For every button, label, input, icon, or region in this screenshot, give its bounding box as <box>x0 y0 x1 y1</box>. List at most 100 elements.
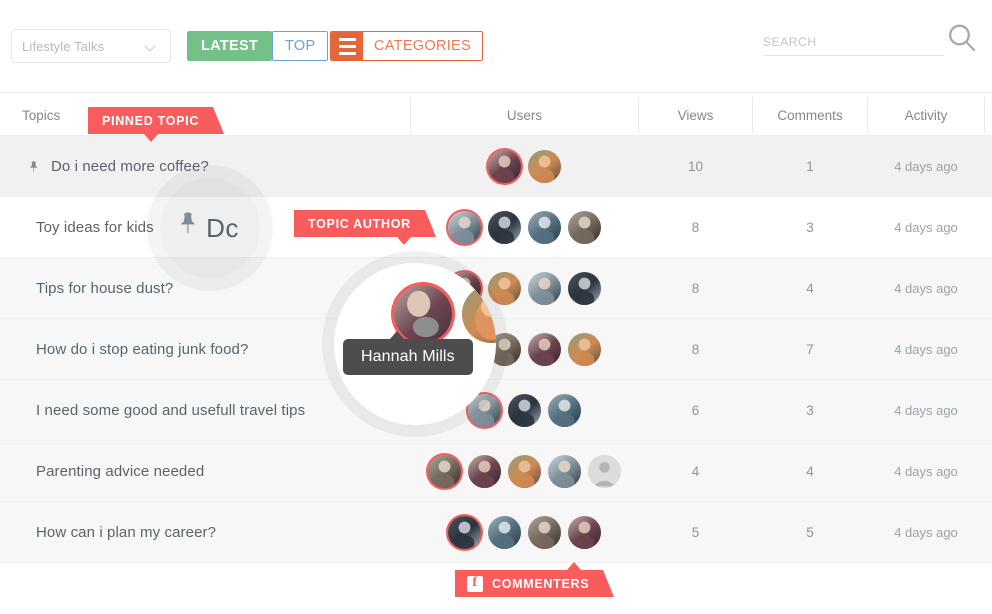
views-count: 10 <box>687 159 704 174</box>
search-input[interactable] <box>763 33 944 56</box>
hamburger-icon <box>331 32 363 60</box>
comments-count: 7 <box>806 342 814 357</box>
avatar[interactable] <box>468 455 501 488</box>
table-row[interactable]: Do i need more coffee? 10 1 4 days ago <box>0 136 992 197</box>
views-count: 4 <box>691 464 700 479</box>
avatar[interactable] <box>528 272 561 305</box>
topic-title: Do i need more coffee? <box>51 158 209 175</box>
facebook-icon: f <box>467 575 483 592</box>
topic-title: How can i plan my career? <box>36 524 217 541</box>
comments-count: 1 <box>806 159 814 174</box>
pinned-topic-flag: PINNED TOPIC <box>88 107 225 142</box>
avatar-placeholder[interactable] <box>588 455 621 488</box>
topic-title: Tips for house dust? <box>36 280 174 297</box>
users-avatar-group <box>411 136 638 197</box>
activity-time: 4 days ago <box>894 464 958 479</box>
avatar-author[interactable] <box>468 394 501 427</box>
forum-topic-list-page: Lifestyle Talks LATEST TOP CATEGORIES SE… <box>0 0 992 614</box>
users-avatar-group <box>411 380 638 441</box>
topics-table: Topics Users Views Comments Activity Do … <box>0 92 992 563</box>
latest-button-label: LATEST <box>201 38 259 54</box>
toolbar: Lifestyle Talks LATEST TOP CATEGORIES <box>0 0 992 92</box>
views-count: 8 <box>691 220 700 235</box>
avatar[interactable] <box>528 516 561 549</box>
activity-time: 4 days ago <box>894 159 958 174</box>
table-row[interactable]: I need some good and usefull travel tips… <box>0 380 992 441</box>
header-activity[interactable]: Activity <box>868 93 984 137</box>
topic-link[interactable]: Toy ideas for kids <box>36 197 154 258</box>
table-row[interactable]: How do i stop eating junk food? 8 7 4 days … <box>0 319 992 380</box>
table-row[interactable]: Parenting advice needed 4 4 4 days ago <box>0 441 992 502</box>
topic-link[interactable]: I need some good and usefull travel tips <box>36 380 305 441</box>
users-avatar-group <box>411 258 638 319</box>
topic-title: How do i stop eating junk food? <box>36 341 249 358</box>
comments-count: 3 <box>806 403 814 418</box>
topic-title: Toy ideas for kids <box>36 219 154 236</box>
category-select-value: Lifestyle Talks <box>22 38 105 54</box>
avatar[interactable] <box>488 272 521 305</box>
avatar[interactable] <box>488 211 521 244</box>
comments-count: 4 <box>806 281 814 296</box>
top-button[interactable]: TOP <box>272 31 329 61</box>
avatar[interactable] <box>568 516 601 549</box>
views-count: 8 <box>691 281 700 296</box>
avatar-author[interactable] <box>428 455 461 488</box>
header-views[interactable]: Views <box>639 93 752 137</box>
avatar[interactable] <box>568 272 601 305</box>
topic-title: Parenting advice needed <box>36 463 205 480</box>
topic-link[interactable]: How do i stop eating junk food? <box>36 319 248 380</box>
avatar[interactable] <box>488 333 521 366</box>
category-select[interactable]: Lifestyle Talks <box>11 29 171 63</box>
avatar[interactable] <box>488 516 521 549</box>
chevron-down-icon <box>145 41 156 52</box>
users-avatar-group <box>411 197 638 258</box>
pushpin-icon <box>27 160 40 174</box>
topic-author-flag-label: TOPIC AUTHOR <box>308 216 411 231</box>
search-icon[interactable] <box>946 22 978 54</box>
avatar-author[interactable] <box>448 272 481 305</box>
avatar[interactable] <box>568 211 601 244</box>
views-count: 6 <box>691 403 700 418</box>
header-divider <box>984 97 985 133</box>
comments-count: 5 <box>806 525 814 540</box>
topic-link[interactable]: Tips for house dust? <box>36 258 173 319</box>
table-body: Do i need more coffee? 10 1 4 days ago Toy i… <box>0 136 992 563</box>
avatar-tooltip-name: Hannah Mills <box>361 348 455 365</box>
views-count: 5 <box>691 525 700 540</box>
activity-time: 4 days ago <box>894 342 958 357</box>
avatar[interactable] <box>568 333 601 366</box>
avatar[interactable] <box>508 394 541 427</box>
top-button-label: TOP <box>285 38 316 54</box>
avatar[interactable] <box>528 150 561 183</box>
header-topics[interactable]: Topics <box>22 93 82 137</box>
commenters-flag: f COMMENTERS <box>455 562 615 597</box>
table-row[interactable]: Tips for house dust? 8 4 4 days ago <box>0 258 992 319</box>
topic-title: I need some good and usefull travel tips <box>36 402 306 419</box>
avatar[interactable] <box>508 455 541 488</box>
table-row[interactable]: Toy ideas for kids 8 3 4 days ago <box>0 197 992 258</box>
latest-button[interactable]: LATEST <box>187 31 273 61</box>
activity-time: 4 days ago <box>894 403 958 418</box>
avatar[interactable] <box>528 211 561 244</box>
avatar-author[interactable] <box>448 211 481 244</box>
avatar-tooltip: Hannah Mills <box>343 331 473 375</box>
avatar[interactable] <box>548 455 581 488</box>
commenters-flag-label: COMMENTERS <box>492 576 590 591</box>
users-avatar-group <box>411 502 638 563</box>
users-avatar-group <box>411 441 638 502</box>
avatar[interactable] <box>528 333 561 366</box>
activity-time: 4 days ago <box>894 220 958 235</box>
topic-link[interactable]: How can i plan my career? <box>36 502 216 563</box>
header-comments[interactable]: Comments <box>753 93 867 137</box>
header-users[interactable]: Users <box>411 93 638 137</box>
activity-time: 4 days ago <box>894 281 958 296</box>
topic-link[interactable]: Parenting advice needed <box>36 441 204 502</box>
avatar-author[interactable] <box>448 516 481 549</box>
avatar[interactable] <box>548 394 581 427</box>
topic-link[interactable]: Do i need more coffee? <box>27 136 209 197</box>
search-box[interactable] <box>763 33 944 56</box>
table-row[interactable]: How can i plan my career? 5 5 4 days ago <box>0 502 992 563</box>
categories-button[interactable]: CATEGORIES <box>330 31 483 61</box>
categories-button-label: CATEGORIES <box>374 38 471 54</box>
avatar-author[interactable] <box>488 150 521 183</box>
